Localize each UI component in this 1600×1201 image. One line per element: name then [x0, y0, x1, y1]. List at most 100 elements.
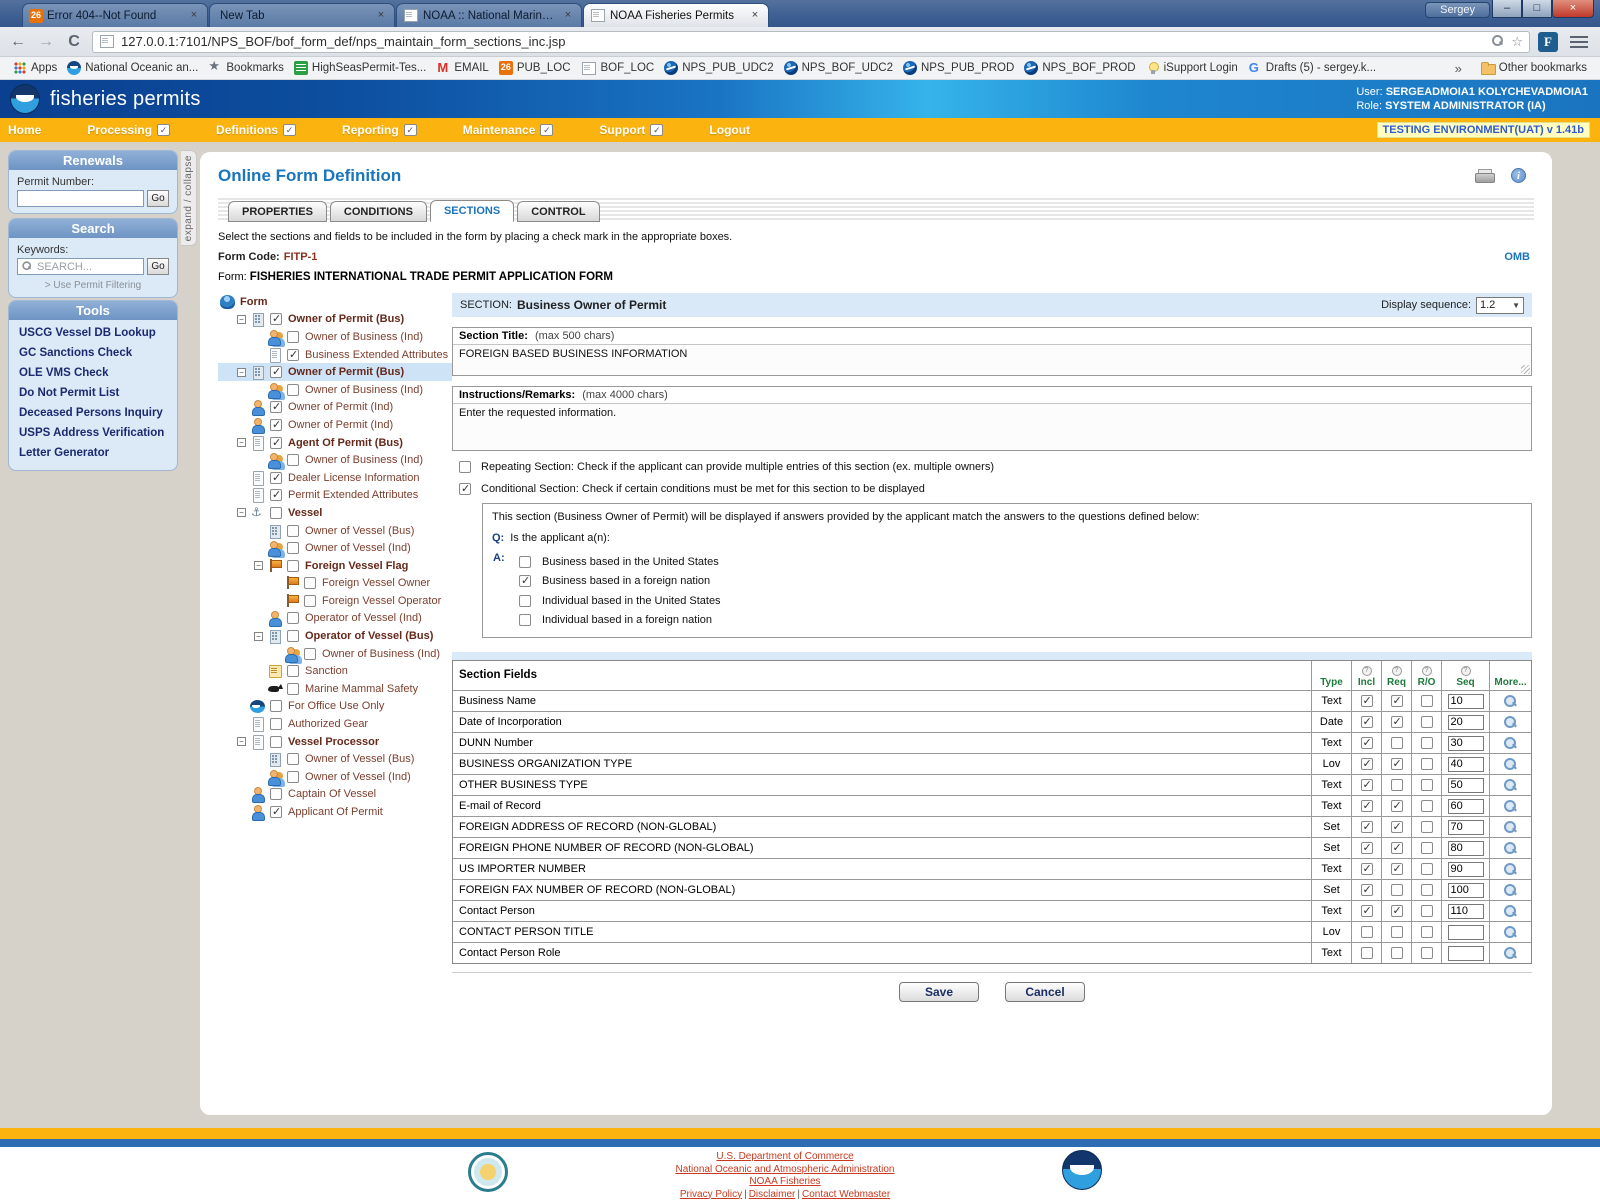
tab-close-icon[interactable]: × — [187, 9, 201, 23]
browser-tab[interactable]: Error 404--Not Found× — [22, 3, 208, 27]
bookmark-star-icon[interactable]: ☆ — [1511, 34, 1523, 50]
tree-item[interactable]: Owner of Vessel (Bus) — [218, 522, 452, 540]
req-checkbox[interactable] — [1391, 884, 1403, 896]
seq-input[interactable] — [1448, 883, 1484, 898]
tree-item[interactable]: Captain Of Vessel — [218, 786, 452, 804]
dropdown-check-icon[interactable]: ✓ — [157, 124, 170, 136]
tab-control[interactable]: CONTROL — [517, 201, 599, 222]
ro-checkbox[interactable] — [1421, 821, 1433, 833]
renewals-go-button[interactable]: Go — [147, 190, 169, 207]
footer-link-commerce[interactable]: U.S. Department of Commerce — [716, 1151, 853, 1162]
bookmark-item[interactable]: HighSeasPermit-Tes... — [289, 61, 431, 75]
tree-collapse-icon[interactable]: − — [237, 368, 246, 377]
tab-close-icon[interactable]: × — [748, 9, 762, 23]
tree-item[interactable]: Sanction — [218, 662, 452, 680]
ro-checkbox[interactable] — [1421, 884, 1433, 896]
tree-item-label[interactable]: Operator of Vessel (Ind) — [302, 612, 425, 624]
tab-properties[interactable]: PROPERTIES — [228, 201, 327, 222]
tree-item-checkbox[interactable] — [287, 630, 299, 642]
help-icon[interactable]: ? — [1392, 666, 1402, 676]
tree-item-label[interactable]: Owner of Vessel (Bus) — [302, 753, 417, 765]
tree-item[interactable]: Owner of Vessel (Ind) — [218, 768, 452, 786]
tree-item-checkbox[interactable] — [287, 542, 299, 554]
req-checkbox[interactable] — [1391, 926, 1403, 938]
print-icon[interactable] — [1475, 169, 1493, 183]
browser-tab[interactable]: NOAA Fisheries Permits× — [583, 3, 769, 27]
repeating-section-checkbox[interactable] — [459, 461, 471, 473]
tree-item-checkbox[interactable] — [287, 753, 299, 765]
field-details-magnifier-icon[interactable] — [1504, 842, 1517, 855]
tree-item-checkbox[interactable] — [287, 612, 299, 624]
tree-item-checkbox[interactable] — [270, 788, 282, 800]
tree-item-label[interactable]: Form — [237, 296, 271, 308]
tree-item[interactable]: Owner of Business (Ind) — [218, 328, 452, 346]
instructions-textarea[interactable]: Enter the requested information. — [453, 404, 1531, 450]
tree-item[interactable]: Marine Mammal Safety — [218, 680, 452, 698]
tree-item-checkbox[interactable] — [287, 665, 299, 677]
tree-item[interactable]: Permit Extended Attributes — [218, 487, 452, 505]
field-details-magnifier-icon[interactable] — [1504, 758, 1517, 771]
answer-checkbox[interactable] — [519, 595, 531, 607]
bookmark-item[interactable]: Apps — [8, 61, 62, 75]
incl-checkbox[interactable] — [1361, 947, 1373, 959]
tree-item[interactable]: −Agent Of Permit (Bus) — [218, 434, 452, 452]
help-icon[interactable]: ? — [1422, 666, 1432, 676]
dropdown-check-icon[interactable]: ✓ — [404, 124, 417, 136]
req-checkbox[interactable] — [1391, 947, 1403, 959]
seq-input[interactable] — [1448, 799, 1484, 814]
tree-item-label[interactable]: Business Extended Attributes — [302, 349, 451, 361]
field-details-magnifier-icon[interactable] — [1504, 737, 1517, 750]
bookmark-item[interactable]: BOF_LOC — [576, 62, 660, 75]
tree-item[interactable]: Authorized Gear — [218, 715, 452, 733]
close-button[interactable]: × — [1552, 0, 1594, 18]
tree-item-checkbox[interactable] — [287, 683, 299, 695]
incl-checkbox[interactable] — [1361, 737, 1373, 749]
tree-item-label[interactable]: Owner of Business (Ind) — [319, 648, 443, 660]
tree-item[interactable]: Owner of Permit (Ind) — [218, 399, 452, 417]
minimize-button[interactable]: – — [1492, 0, 1522, 18]
tree-item-label[interactable]: Sanction — [302, 665, 351, 677]
tree-item-checkbox[interactable] — [270, 313, 282, 325]
answer-checkbox[interactable] — [519, 575, 531, 587]
incl-checkbox[interactable] — [1361, 863, 1373, 875]
nav-item-home[interactable]: Home — [8, 123, 41, 137]
incl-checkbox[interactable] — [1361, 779, 1373, 791]
req-checkbox[interactable] — [1391, 716, 1403, 728]
req-checkbox[interactable] — [1391, 821, 1403, 833]
tree-item[interactable]: Owner of Vessel (Bus) — [218, 750, 452, 768]
search-input[interactable]: SEARCH... — [17, 258, 144, 275]
incl-checkbox[interactable] — [1361, 905, 1373, 917]
seq-input[interactable] — [1448, 862, 1484, 877]
sidebar-expand-collapse-tab[interactable]: expand / collapse — [181, 150, 197, 246]
tree-item[interactable]: −Vessel Processor — [218, 733, 452, 751]
url-bar[interactable]: 127.0.0.1:7101/NPS_BOF/bof_form_def/nps_… — [92, 31, 1530, 53]
seq-input[interactable] — [1448, 694, 1484, 709]
tree-item-label[interactable]: Vessel Processor — [285, 736, 382, 748]
seq-input[interactable] — [1448, 736, 1484, 751]
tree-item-checkbox[interactable] — [287, 560, 299, 572]
tool-link[interactable]: USCG Vessel DB Lookup — [9, 323, 177, 343]
tree-item-checkbox[interactable] — [270, 401, 282, 413]
nav-item-logout[interactable]: Logout — [709, 123, 750, 137]
back-icon[interactable]: ← — [8, 33, 28, 51]
tree-item-checkbox[interactable] — [287, 454, 299, 466]
tool-link[interactable]: OLE VMS Check — [9, 363, 177, 383]
ro-checkbox[interactable] — [1421, 947, 1433, 959]
tree-item[interactable]: −Operator of Vessel (Bus) — [218, 627, 452, 645]
reload-icon[interactable]: C — [64, 33, 84, 51]
tree-item[interactable]: Foreign Vessel Operator — [218, 592, 452, 610]
answer-checkbox[interactable] — [519, 614, 531, 626]
tree-collapse-icon[interactable]: − — [237, 508, 246, 517]
tree-item[interactable]: Owner of Permit (Ind) — [218, 416, 452, 434]
bookmark-item[interactable]: National Oceanic an... — [62, 61, 203, 75]
tool-link[interactable]: Letter Generator — [9, 443, 177, 463]
tree-collapse-icon[interactable]: − — [237, 438, 246, 447]
seq-input[interactable] — [1448, 946, 1484, 961]
footer-link-webmaster[interactable]: Contact Webmaster — [802, 1189, 890, 1200]
footer-link-fisheries[interactable]: NOAA Fisheries — [749, 1176, 820, 1187]
tree-item-label[interactable]: Owner of Business (Ind) — [302, 331, 426, 343]
tree-item-label[interactable]: Owner of Vessel (Ind) — [302, 771, 414, 783]
tab-close-icon[interactable]: × — [374, 9, 388, 23]
tree-item[interactable]: Form — [218, 293, 452, 311]
tree-item-label[interactable]: Owner of Permit (Bus) — [285, 313, 407, 325]
